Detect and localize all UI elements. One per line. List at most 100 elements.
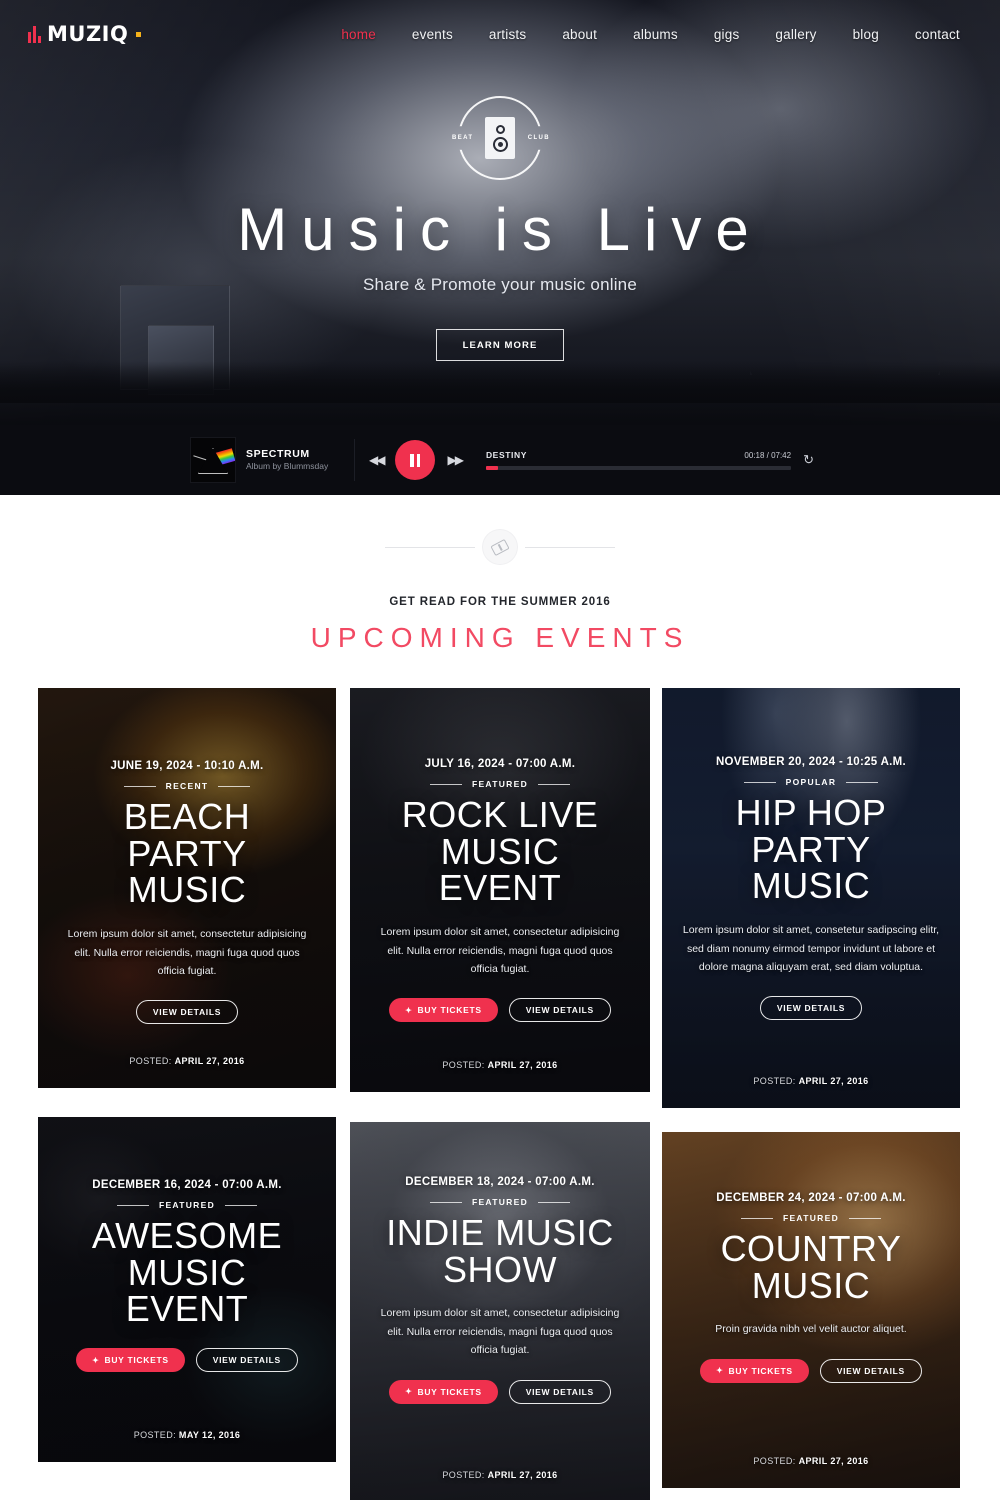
speaker-icon [485, 117, 515, 159]
event-description: Lorem ipsum dolor sit amet, consectetur … [380, 926, 620, 975]
player-song-title: DESTINY [485, 450, 527, 460]
view-details-button[interactable]: VIEW DETAILS [759, 996, 863, 1021]
event-card-hip-hop-party-music[interactable]: NOVEMBER 20, 2024 - 10:25 A.M. POPULAR H… [662, 688, 960, 1108]
divider-line-left [385, 546, 475, 548]
nav-item-albums[interactable]: albums [633, 27, 678, 42]
event-posted: POSTED: APRIL 27, 2016 [350, 1060, 650, 1070]
view-details-button[interactable]: VIEW DETAILS [508, 1379, 611, 1404]
event-buttons: ✦ BUY TICKETS VIEW DETAILS [62, 1348, 312, 1373]
event-tag: RECENT [165, 781, 209, 791]
event-tag: POPULAR [785, 777, 837, 787]
repeat-icon[interactable]: ↻ [803, 452, 814, 468]
beat-club-emblem: BEAT CLUB [452, 96, 549, 180]
main-navigation: MUZIQ home events artists about albums g… [0, 0, 1000, 68]
nav-item-home[interactable]: home [341, 27, 376, 42]
hero-content: BEAT CLUB Music is Live Share & Promote … [0, 96, 1000, 361]
event-tag-row: POPULAR [678, 777, 944, 787]
posted-date: APRIL 27, 2016 [798, 1456, 869, 1466]
hero-section: MUZIQ home events artists about albums g… [0, 0, 1000, 495]
event-description: Lorem ipsum dolor sit amet, consetetur s… [682, 924, 940, 973]
emblem-label-right: CLUB [527, 135, 550, 141]
event-tag-row: FEATURED [374, 779, 626, 789]
event-card-indie-music-show[interactable]: DECEMBER 18, 2024 - 07:00 A.M. FEATURED … [350, 1122, 650, 1500]
event-posted: POSTED: APRIL 27, 2016 [662, 1076, 960, 1086]
learn-more-button[interactable]: LEARN MORE [436, 329, 564, 361]
event-card-country-music[interactable]: DECEMBER 24, 2024 - 07:00 A.M. FEATURED … [662, 1132, 960, 1488]
view-details-button[interactable]: VIEW DETAILS [508, 998, 611, 1023]
nav-item-gigs[interactable]: gigs [714, 27, 740, 42]
nav-item-contact[interactable]: contact [915, 27, 960, 42]
buy-tickets-button[interactable]: ✦ BUY TICKETS [389, 1379, 498, 1404]
player-progress-fill [485, 466, 499, 470]
logo-text: MUZIQ [47, 22, 129, 46]
page-root: MUZIQ home events artists about albums g… [0, 0, 1000, 1500]
posted-date: APRIL 27, 2016 [798, 1076, 869, 1086]
player-divider [354, 439, 355, 481]
nav-item-artists[interactable]: artists [489, 27, 526, 42]
view-details-button[interactable]: VIEW DETAILS [135, 1000, 239, 1025]
emblem-label-left: BEAT [452, 135, 474, 141]
buy-tickets-label: BUY TICKETS [417, 1386, 482, 1397]
player-album-subtitle: Album by Blummsday [246, 461, 329, 472]
ticket-icon: ✦ [716, 1366, 724, 1376]
nav-menu: home events artists about albums gigs ga… [341, 27, 960, 42]
event-posted: POSTED: APRIL 27, 2016 [350, 1470, 650, 1480]
ticket-icon: ✦ [92, 1355, 100, 1365]
pause-button[interactable] [395, 440, 436, 480]
posted-prefix: POSTED: [442, 1060, 485, 1070]
divider-line-right [525, 546, 615, 548]
event-title: ROCK LIVE MUSIC EVENT [401, 794, 599, 909]
buy-tickets-button[interactable]: ✦ BUY TICKETS [700, 1358, 809, 1383]
event-card-beach-party-music[interactable]: JUNE 19, 2024 - 10:10 A.M. RECENT BEACH … [38, 688, 336, 1088]
event-title: INDIE MUSIC SHOW [386, 1212, 614, 1290]
nav-item-about[interactable]: about [562, 27, 597, 42]
view-details-button[interactable]: VIEW DETAILS [819, 1358, 922, 1383]
event-card-awesome-music-event[interactable]: DECEMBER 16, 2024 - 07:00 A.M. FEATURED … [38, 1117, 336, 1462]
events-grid: JUNE 19, 2024 - 10:10 A.M. RECENT BEACH … [0, 688, 1000, 1500]
event-title: BEACH PARTY MUSIC [123, 796, 251, 911]
event-tag-row: FEATURED [686, 1213, 936, 1223]
posted-prefix: POSTED: [129, 1056, 172, 1066]
hero-title: Music is Live [237, 196, 763, 263]
event-tag-row: FEATURED [374, 1197, 626, 1207]
ticket-icon [483, 530, 517, 564]
view-details-button[interactable]: VIEW DETAILS [195, 1348, 298, 1373]
event-title: COUNTRY MUSIC [720, 1228, 902, 1306]
posted-date: APRIL 27, 2016 [487, 1470, 558, 1480]
event-buttons: VIEW DETAILS [62, 1000, 312, 1025]
nav-item-gallery[interactable]: gallery [775, 27, 816, 42]
fast-forward-icon[interactable]: ▶▶ [447, 453, 464, 467]
event-buttons: ✦ BUY TICKETS VIEW DETAILS [374, 1379, 626, 1404]
event-title: HIP HOP PARTY MUSIC [735, 792, 887, 907]
event-tag: FEATURED [158, 1200, 216, 1210]
event-description: Proin gravida nibh vel velit auctor aliq… [715, 1323, 907, 1336]
posted-prefix: POSTED: [442, 1470, 485, 1480]
player-album-info: SPECTRUM Album by Blummsday [180, 437, 350, 483]
posted-date: MAY 12, 2016 [178, 1430, 241, 1440]
event-card-rock-live-music-event[interactable]: JULY 16, 2024 - 07:00 A.M. FEATURED ROCK… [350, 688, 650, 1092]
event-description: Lorem ipsum dolor sit amet, consectetur … [380, 1307, 620, 1357]
site-logo[interactable]: MUZIQ [28, 22, 142, 46]
rewind-icon[interactable]: ◀◀ [369, 453, 386, 467]
section-header: GET READ FOR THE SUMMER 2016 UPCOMING EV… [0, 530, 1000, 654]
event-tag-row: RECENT [62, 781, 312, 791]
nav-item-events[interactable]: events [412, 27, 453, 42]
buy-tickets-button[interactable]: ✦ BUY TICKETS [76, 1348, 185, 1373]
event-title: AWESOME MUSIC EVENT [91, 1215, 283, 1330]
buy-tickets-button[interactable]: ✦ BUY TICKETS [389, 998, 498, 1023]
buy-tickets-label: BUY TICKETS [417, 1005, 482, 1016]
event-tag: FEATURED [471, 779, 529, 789]
event-posted: POSTED: MAY 12, 2016 [38, 1430, 336, 1440]
event-date: DECEMBER 18, 2024 - 07:00 A.M. [405, 1176, 595, 1188]
buy-tickets-label: BUY TICKETS [728, 1365, 793, 1376]
player-progress-bar[interactable] [485, 466, 792, 470]
posted-prefix: POSTED: [753, 1076, 796, 1086]
music-player-bar: SPECTRUM Album by Blummsday ◀◀ ▶▶ DESTIN… [0, 425, 1000, 495]
section-divider [0, 530, 1000, 564]
event-description: Lorem ipsum dolor sit amet, consectetur … [67, 928, 307, 977]
event-date: JULY 16, 2024 - 07:00 A.M. [424, 758, 576, 770]
album-art [190, 437, 236, 483]
nav-item-blog[interactable]: blog [853, 27, 879, 42]
event-posted: POSTED: APRIL 27, 2016 [662, 1456, 960, 1466]
posted-date: APRIL 27, 2016 [174, 1056, 245, 1066]
